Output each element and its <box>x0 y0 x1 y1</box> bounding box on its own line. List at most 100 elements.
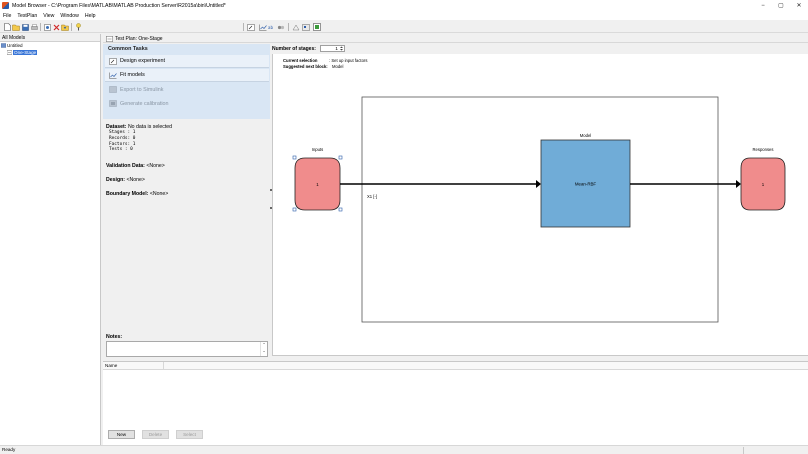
test-plan-diagram: Current selection : Set up input factors… <box>272 54 808 356</box>
model-type-text: Mean-RBF <box>575 182 597 187</box>
model-label: Model <box>580 133 591 138</box>
plot-icon[interactable] <box>259 23 267 31</box>
menu-file[interactable]: File <box>3 13 11 19</box>
design-label: Design: <box>106 177 126 183</box>
stages-bar: Number of stages: 1 <box>272 44 808 53</box>
spinner-arrows-icon[interactable] <box>339 46 343 51</box>
testplan-header-icon <box>106 35 113 42</box>
design-experiment-icon <box>109 57 117 65</box>
toolbar: ab <box>0 21 808 33</box>
stages-label: Number of stages: <box>272 45 316 52</box>
diagram-canvas: Current selection : Set up input factors… <box>283 58 786 323</box>
delete-button[interactable]: Delete <box>142 430 169 439</box>
boundary-label: Boundary Model: <box>106 191 149 197</box>
responses-icon[interactable] <box>277 23 285 31</box>
tree-node-testplan-label: One-Stage <box>13 50 38 55</box>
validation-value: <None> <box>146 163 165 169</box>
help-icon[interactable] <box>74 23 82 31</box>
export-simulink-label: Export to Simulink <box>120 86 164 93</box>
common-tasks-title: Common Tasks <box>108 46 148 52</box>
boundary-value: <None> <box>149 191 169 197</box>
design-info: Design: <None> <box>106 177 145 183</box>
model-tree-panel: All Models Untitled One-Stage <box>0 34 101 445</box>
stages-value: 1 <box>335 46 338 51</box>
notes-textarea[interactable]: ⌃ ⌄ <box>106 341 268 357</box>
edit-block-icon[interactable] <box>247 23 255 31</box>
title-bar: Model Browser - C:\Program Files\MATLAB\… <box>0 0 808 11</box>
new-file-icon[interactable] <box>3 23 11 31</box>
design-experiment-button[interactable]: Design experiment <box>105 55 269 68</box>
project-icon <box>1 43 6 48</box>
tree-header: All Models <box>0 34 100 42</box>
menu-help[interactable]: Help <box>85 13 96 19</box>
minimize-button[interactable]: − <box>754 0 772 11</box>
design-editor-icon[interactable] <box>302 23 310 31</box>
new-button[interactable]: New <box>108 430 135 439</box>
factor-label: X1 [-] <box>367 194 377 199</box>
boundary-info: Boundary Model: <None> <box>106 191 168 197</box>
select-button[interactable]: Select <box>176 430 203 439</box>
boundary-icon[interactable] <box>313 23 321 31</box>
test-plan-title: Test Plan: One-Stage <box>115 35 163 42</box>
scroll-down-icon[interactable]: ⌄ <box>261 348 267 354</box>
list-header: Name <box>103 362 808 370</box>
fit-models-button[interactable]: Fit models <box>105 69 269 82</box>
calibration-icon <box>109 100 117 108</box>
selection-handle-bl[interactable] <box>292 207 297 212</box>
close-button[interactable]: ✕ <box>790 0 808 11</box>
stages-spinner[interactable]: 1 <box>319 45 345 52</box>
delete-icon[interactable] <box>52 23 60 31</box>
next-block-label: Suggested next block: <box>283 64 328 69</box>
inputs-icon[interactable]: ab <box>268 23 276 31</box>
common-tasks-panel: Common Tasks Design experiment Fit model… <box>103 44 270 119</box>
fit-models-icon <box>109 71 117 79</box>
notes-scrollbar[interactable]: ⌃ ⌄ <box>260 342 267 356</box>
folder-up-icon[interactable] <box>61 23 69 31</box>
window-title: Model Browser - C:\Program Files\MATLAB\… <box>12 2 226 9</box>
matlab-app-icon <box>2 2 9 9</box>
dataset-records: Records: 0 <box>109 135 136 141</box>
stage-frame <box>361 96 719 323</box>
export-simulink-button[interactable]: Export to Simulink <box>105 83 269 96</box>
current-selection-value: : Set up input factors <box>329 58 367 63</box>
selection-handle-tl[interactable] <box>292 155 297 160</box>
simulink-icon <box>109 86 117 94</box>
model-setup-icon[interactable] <box>292 23 300 31</box>
tree-node-project[interactable]: Untitled <box>0 42 100 49</box>
save-icon[interactable] <box>21 23 29 31</box>
menu-testplan[interactable]: TestPlan <box>17 13 37 19</box>
selection-handle-tr[interactable] <box>338 155 343 160</box>
dataset-stats: Stages : 1 Records: 0 Factors: 1 Tests :… <box>109 130 135 153</box>
preview-icon[interactable] <box>43 23 51 31</box>
column-divider[interactable] <box>163 362 164 370</box>
menu-window[interactable]: Window <box>60 13 78 19</box>
maximize-button[interactable]: ▢ <box>772 0 790 11</box>
dataset-tests: Tests : 0 <box>109 147 133 153</box>
response-arrow-head <box>736 180 741 188</box>
design-value: <None> <box>126 177 145 183</box>
responses-label: Responses <box>753 147 774 152</box>
print-icon[interactable] <box>30 23 38 31</box>
menu-view[interactable]: View <box>43 13 54 19</box>
window-controls: − ▢ ✕ <box>754 0 808 11</box>
generate-calibration-button[interactable]: Generate calibration <box>105 97 269 110</box>
splitter-grip-top[interactable] <box>270 189 272 191</box>
inputs-label: Inputs <box>312 147 323 152</box>
column-name[interactable]: Name <box>105 363 117 368</box>
svg-text:ab: ab <box>268 25 273 30</box>
design-experiment-label: Design experiment <box>120 58 165 64</box>
model-list-panel: Name <box>103 361 808 445</box>
open-folder-icon[interactable] <box>12 23 20 31</box>
validation-info: Validation Data: <None> <box>106 163 165 169</box>
notes-label: Notes: <box>106 334 123 340</box>
tree-node-testplan[interactable]: One-Stage <box>0 49 100 56</box>
status-bar: Ready <box>0 445 808 454</box>
selection-handle-br[interactable] <box>338 207 343 212</box>
current-selection-label: Current selection <box>283 58 318 63</box>
testplan-icon <box>7 50 12 55</box>
generate-calibration-label: Generate calibration <box>120 100 169 107</box>
validation-label: Validation Data: <box>106 163 145 169</box>
next-block-value: Model <box>332 64 343 69</box>
splitter-grip-bottom[interactable] <box>270 207 272 209</box>
fit-models-label: Fit models <box>120 72 145 78</box>
